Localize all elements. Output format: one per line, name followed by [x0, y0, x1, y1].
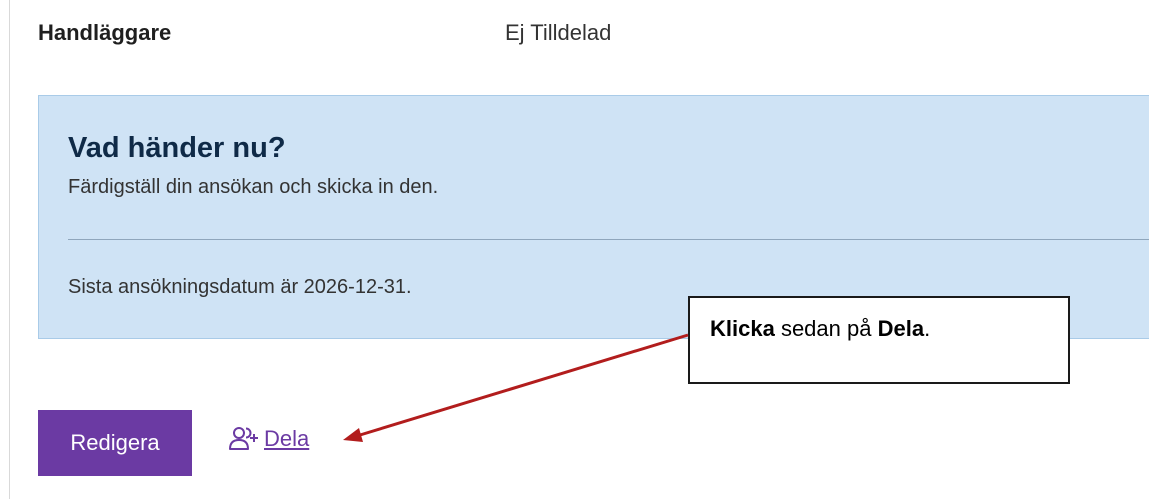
share-link-label: Dela	[264, 426, 310, 451]
share-link[interactable]: Dela	[228, 425, 309, 453]
callout-period: .	[924, 316, 931, 341]
callout-emphasis-click: Klicka	[710, 316, 775, 341]
handler-value: Ej Tilldelad	[505, 20, 612, 45]
info-panel-text: Färdigställ din ansökan och skicka in de…	[68, 176, 439, 198]
info-panel-divider	[68, 239, 1149, 240]
info-panel-deadline: Sista ansökningsdatum är 2026-12-31.	[68, 276, 412, 298]
handler-label: Handläggare	[38, 20, 172, 45]
page-left-border	[9, 0, 10, 499]
info-panel-heading: Vad händer nu?	[68, 132, 286, 164]
edit-button[interactable]: Redigera	[38, 410, 192, 476]
instruction-callout: Klicka sedan på Dela.	[688, 296, 1070, 384]
callout-text: sedan på	[774, 316, 878, 341]
add-person-icon	[228, 425, 260, 453]
callout-emphasis-share: Dela	[877, 316, 925, 341]
